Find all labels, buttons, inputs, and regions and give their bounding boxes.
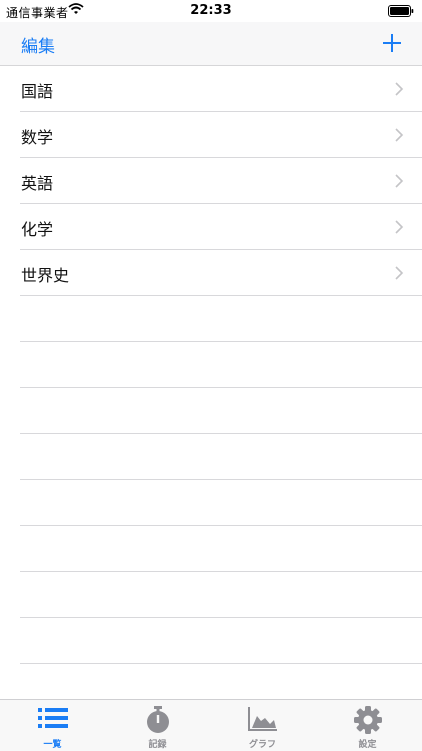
stopwatch-icon bbox=[145, 706, 171, 738]
tab-label: 一覧 bbox=[43, 740, 62, 750]
tab-label: 設定 bbox=[358, 740, 377, 750]
empty-row bbox=[20, 618, 422, 664]
list-item-label: 数学 bbox=[21, 128, 54, 147]
status-time: 22:33 bbox=[190, 3, 232, 18]
tab-label: 記録 bbox=[148, 740, 167, 750]
navigation-bar: 編集 bbox=[0, 22, 422, 66]
add-button[interactable] bbox=[380, 31, 404, 55]
empty-row bbox=[20, 296, 422, 342]
list-item-label: 世界史 bbox=[21, 266, 70, 285]
list-item[interactable]: 国語 bbox=[20, 66, 422, 112]
tab-bar: 一覧 記録 グラフ 設定 bbox=[0, 699, 422, 751]
empty-row bbox=[20, 342, 422, 388]
chevron-right-icon bbox=[395, 220, 404, 234]
plus-icon bbox=[383, 34, 401, 52]
list-item-label: 国語 bbox=[21, 82, 54, 101]
empty-row bbox=[20, 572, 422, 618]
list-item-label: 英語 bbox=[21, 174, 54, 193]
chevron-right-icon bbox=[395, 174, 404, 188]
empty-row bbox=[20, 526, 422, 572]
tab-graph[interactable]: グラフ bbox=[210, 700, 315, 751]
chevron-right-icon bbox=[395, 266, 404, 280]
edit-button[interactable]: 編集 bbox=[21, 32, 55, 57]
list-icon bbox=[37, 706, 68, 734]
tab-label: グラフ bbox=[248, 740, 276, 750]
gear-icon bbox=[353, 706, 382, 738]
battery-icon bbox=[388, 5, 414, 20]
list-item-label: 化学 bbox=[21, 220, 54, 239]
tab-settings[interactable]: 設定 bbox=[315, 700, 420, 751]
empty-row bbox=[20, 480, 422, 526]
list-item[interactable]: 英語 bbox=[20, 158, 422, 204]
empty-row bbox=[20, 388, 422, 434]
list-item[interactable]: 世界史 bbox=[20, 250, 422, 296]
tab-record[interactable]: 記録 bbox=[105, 700, 210, 751]
list-item[interactable]: 数学 bbox=[20, 112, 422, 158]
list-item[interactable]: 化学 bbox=[20, 204, 422, 250]
tab-list[interactable]: 一覧 bbox=[0, 700, 105, 751]
empty-row bbox=[20, 434, 422, 480]
area-chart-icon bbox=[247, 706, 278, 736]
status-bar: 通信事業者 22:33 bbox=[0, 0, 422, 22]
chevron-right-icon bbox=[395, 82, 404, 96]
subject-list: 国語 数学 英語 化学 世界史 bbox=[0, 66, 422, 664]
chevron-right-icon bbox=[395, 128, 404, 142]
